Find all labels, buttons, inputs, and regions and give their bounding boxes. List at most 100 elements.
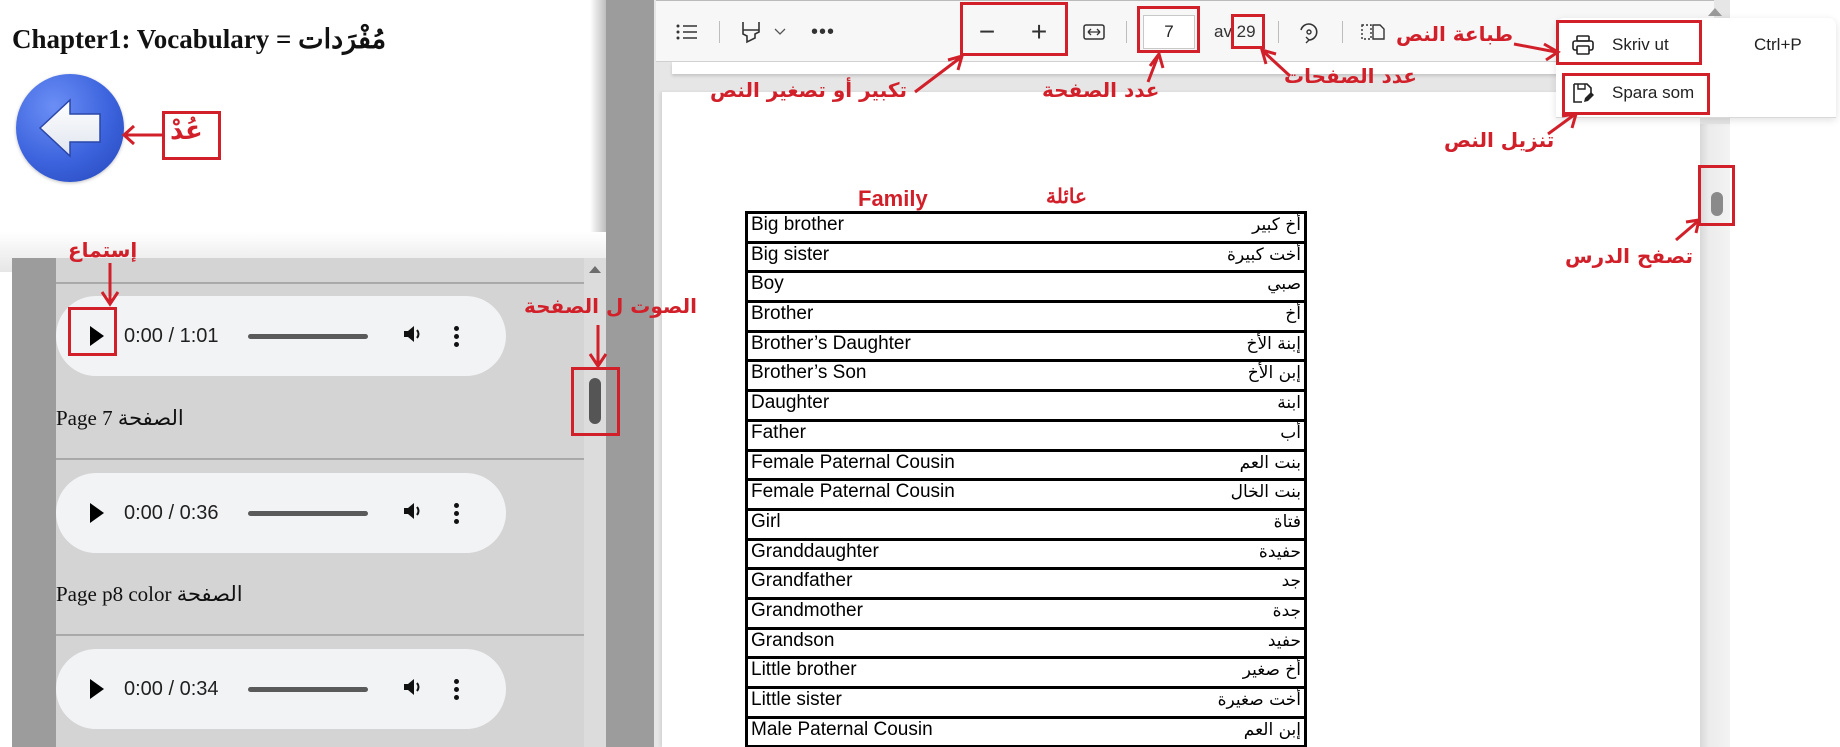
save-as-menu-item[interactable]: Spara som [1570,74,1694,112]
scrollbar-thumb[interactable] [1711,192,1723,216]
pdf-scrollbar[interactable] [1700,124,1730,747]
zoom-in-button[interactable]: + [1024,16,1054,47]
arabic-term: صبي [1137,271,1306,304]
english-term: Little brother [746,657,1138,689]
play-icon[interactable] [90,326,104,346]
scrollbar-thumb[interactable] [589,378,601,424]
audio-progress-slider[interactable] [248,510,368,516]
table-row: Little brother أخ صغير [746,657,1306,689]
more-options-icon[interactable] [454,678,459,700]
audio-page-label: Page 7 الصفحة [56,406,184,430]
table-row: Girl فتاة [746,509,1306,541]
english-term: Female Paternal Cousin [746,479,1138,511]
more-icon[interactable]: ••• [808,17,838,47]
print-menu-item[interactable]: Skriv ut Ctrl+P [1570,26,1802,64]
play-icon[interactable] [90,503,104,523]
english-term: Father [746,420,1138,452]
table-row: Female Paternal Cousin بنت العم [746,450,1306,482]
page-view-icon[interactable] [1358,17,1388,47]
play-icon[interactable] [90,679,104,699]
previous-page-edge [672,62,1704,74]
audio-progress-slider[interactable] [248,333,368,339]
more-options-icon[interactable] [454,502,459,524]
page-number-input[interactable]: 7 [1143,15,1195,49]
save-as-icon [1570,81,1596,105]
more-menu: Skriv ut Ctrl+P Spara som [1556,18,1836,118]
annotation-browse: تصفح الدرس [1565,244,1694,268]
english-term: Boy [746,271,1138,304]
table-row: Father أب [746,420,1306,452]
toolbar-divider [1342,21,1343,43]
volume-icon[interactable] [402,500,424,527]
chevron-down-icon[interactable] [770,17,790,47]
audio-player[interactable]: 0:00 / 0:36 [56,473,506,553]
divider [56,282,584,284]
english-term: Big sister [746,242,1138,274]
annotation-page-count: عدد الصفحات [1284,64,1417,88]
audio-panel-scrollbar[interactable] [584,258,606,747]
table-row: Female Paternal Cousin بنت الخال [746,479,1306,511]
arrow-back [121,124,162,146]
english-term: Grandfather [746,568,1138,600]
table-row: Brother’s Daughter إبنة الأخ [746,331,1306,363]
panel-shadow [590,0,606,258]
arabic-term: بنت الخال [1137,479,1306,511]
arabic-term: بنت العم [1137,450,1306,482]
english-term: Brother’s Daughter [746,331,1138,363]
annotation-back: عُدْ [170,116,203,146]
table-row: Boy صبي [746,271,1306,304]
section-heading-ar: عائلة [1046,186,1087,208]
page-title: Chapter1: Vocabulary = مُفْرَدات [12,24,387,54]
toolbar-divider [1126,21,1127,43]
audio-time: 0:00 / 1:01 [124,324,219,347]
arabic-term: إبن العم [1137,717,1306,747]
arabic-term: أخ صغير [1137,657,1306,689]
english-term: Granddaughter [746,539,1138,571]
contents-list-icon[interactable] [672,17,702,47]
audio-page-label: Page p8 color الصفحة [56,582,243,606]
table-row: Male Paternal Cousin إبن العم [746,717,1306,747]
english-term: Grandmother [746,598,1138,630]
arabic-term: إبنة الأخ [1137,331,1306,363]
audio-player[interactable]: 0:00 / 1:01 [56,296,506,376]
volume-icon[interactable] [402,323,424,350]
volume-icon[interactable] [402,676,424,703]
fit-width-icon[interactable] [1079,17,1109,47]
save-as-label: Spara som [1612,83,1695,102]
table-row: Big sister أخت كبيرة [746,242,1306,274]
arabic-term: أخت كبيرة [1137,242,1306,274]
arabic-term: فتاة [1137,509,1306,541]
arabic-term: حفيد [1137,628,1306,660]
zoom-out-button[interactable]: − [972,16,1002,47]
table-row: Granddaughter حفيدة [746,539,1306,571]
divider [56,634,584,636]
arabic-term: أخت صغيرة [1137,687,1306,719]
audio-time: 0:00 / 0:36 [124,501,219,524]
english-term: Brother [746,301,1138,333]
arabic-term: أخ [1137,301,1306,333]
left-panel-strip [12,258,56,747]
arabic-term: أخ كبير [1137,212,1306,244]
rotate-icon[interactable] [1294,17,1324,47]
scroll-up-icon[interactable] [589,266,601,273]
english-term: Brother’s Son [746,360,1138,393]
back-button[interactable] [16,74,124,182]
audio-progress-slider[interactable] [248,686,368,692]
english-term: Girl [746,509,1138,541]
english-term: Female Paternal Cousin [746,450,1138,482]
arabic-term: جدة [1137,598,1306,630]
scroll-up-icon[interactable] [1708,8,1722,16]
divider [56,458,584,460]
arabic-term: جد [1137,568,1306,600]
arabic-term: إبن الأخ [1137,360,1306,393]
more-options-icon[interactable] [454,325,459,347]
annotation-listen: إستماع [68,238,138,262]
english-term: Daughter [746,390,1138,422]
english-term: Big brother [746,212,1138,244]
table-row: Brother’s Son إبن الأخ [746,360,1306,393]
highlighter-icon[interactable] [736,17,766,47]
section-heading-en: Family [858,186,928,211]
toolbar-divider [1278,21,1279,43]
audio-player[interactable]: 0:00 / 0:34 [56,649,506,729]
table-row: Grandson حفيد [746,628,1306,660]
